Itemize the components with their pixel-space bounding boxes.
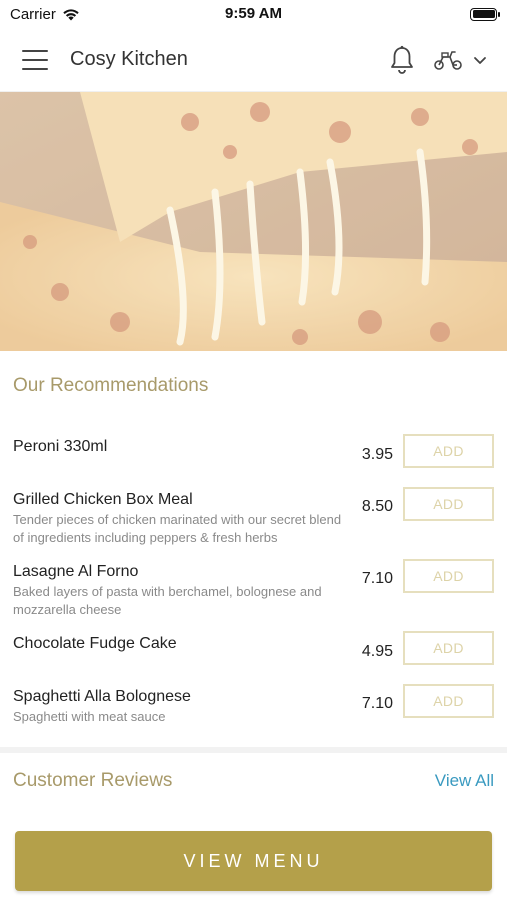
menu-icon[interactable] [22,49,48,70]
header-actions [389,45,489,75]
reviews-title: Customer Reviews [13,770,173,791]
reviews-header: Customer Reviews View All [13,770,494,792]
battery-icon [470,7,500,21]
hero-image [0,92,507,351]
item-description: Spaghetti with meat sauce [13,709,166,724]
bell-icon[interactable] [389,45,415,75]
chevron-down-icon [474,56,486,64]
section-divider [0,747,507,753]
wifi-icon [63,8,79,20]
recommendations-title: Our Recommendations [13,375,209,396]
pizza-image [0,92,507,351]
menu-item-chocolate-cake: Chocolate Fudge Cake 4.95 ADD [13,631,494,687]
item-name: Chocolate Fudge Cake [13,635,177,652]
delivery-mode-selector[interactable] [433,49,489,71]
item-price: 8.50 [361,498,393,515]
app-title: Cosy Kitchen [70,48,188,70]
item-description: Tender pieces of chicken marinated with … [13,512,342,545]
item-name: Grilled Chicken Box Meal [13,491,193,508]
item-price: 7.10 [361,570,393,587]
scooter-icon [434,50,462,70]
menu-item-peroni: Peroni 330ml 3.95 ADD [13,434,494,490]
view-all-link[interactable]: View All [435,771,494,791]
view-menu-button[interactable]: VIEW MENU [15,831,492,891]
item-name: Peroni 330ml [13,438,108,455]
item-price: 4.95 [361,643,393,660]
app-header: Cosy Kitchen [0,28,507,92]
item-description: Baked layers of pasta with berchamel, bo… [13,584,322,617]
item-name: Lasagne Al Forno [13,563,139,580]
recommendations-list: Peroni 330ml 3.95 ADD Grilled Chicken Bo… [0,434,507,739]
item-price: 3.95 [361,446,393,463]
menu-item-lasagne: Lasagne Al Forno Baked layers of pasta w… [13,559,494,634]
item-price: 7.10 [361,695,393,712]
add-button[interactable]: ADD [403,434,494,468]
item-name: Spaghetti Alla Bolognese [13,688,191,705]
status-bar: Carrier 9:59 AM [0,0,507,28]
add-button[interactable]: ADD [403,487,494,521]
menu-item-spaghetti: Spaghetti Alla Bolognese Spaghetti with … [13,684,494,739]
add-button[interactable]: ADD [403,559,494,593]
carrier-label: Carrier [10,5,56,23]
menu-item-grilled-chicken: Grilled Chicken Box Meal Tender pieces o… [13,487,494,562]
add-button[interactable]: ADD [403,631,494,665]
status-left: Carrier [10,6,80,23]
add-button[interactable]: ADD [403,684,494,718]
